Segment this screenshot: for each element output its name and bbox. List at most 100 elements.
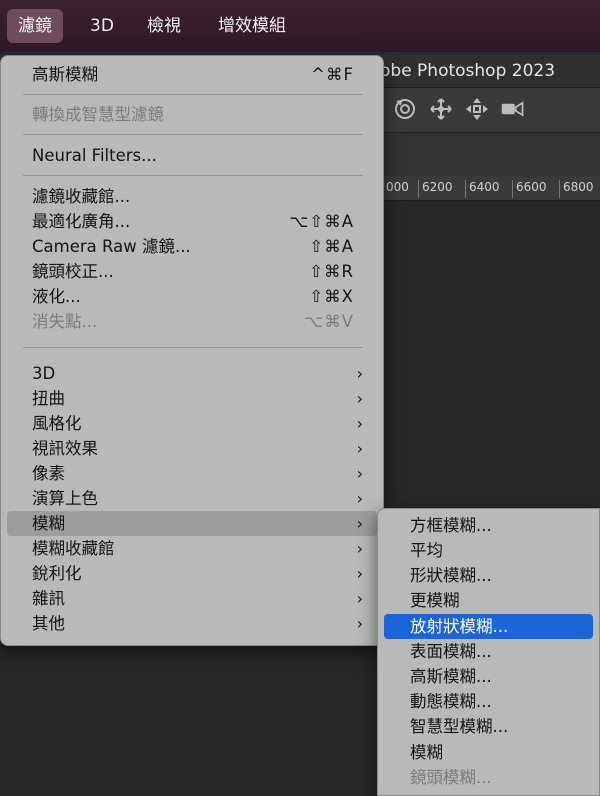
submenu-item-blur[interactable]: 模糊 <box>384 740 593 765</box>
menu-item-video[interactable]: 視訊效果 › <box>7 436 377 461</box>
menu-item-label: 演算上色 <box>32 489 98 508</box>
menu-item-label: 扭曲 <box>32 389 65 408</box>
submenu-item-smart-blur[interactable]: 智慧型模糊... <box>384 714 593 739</box>
menu-item-camera-raw[interactable]: Camera Raw 濾鏡... ⇧⌘A <box>7 234 377 259</box>
menu-view[interactable]: 檢視 <box>136 9 192 43</box>
submenu-item-gaussian-blur[interactable]: 高斯模糊... <box>384 664 593 689</box>
menu-item-render[interactable]: 演算上色 › <box>7 486 377 511</box>
menu-item-label: 液化... <box>32 287 81 306</box>
menu-item-stylize[interactable]: 風格化 › <box>7 411 377 436</box>
menu-item-label: 雜訊 <box>32 589 65 608</box>
menu-item-filter-gallery[interactable]: 濾鏡收藏館... <box>7 184 377 209</box>
menu-item-label: 模糊 <box>32 514 65 533</box>
submenu-item-label: 鏡頭模糊... <box>410 768 492 787</box>
submenu-item-label: 智慧型模糊... <box>410 717 509 736</box>
chevron-right-icon: › <box>356 414 363 433</box>
submenu-item-surface-blur[interactable]: 表面模糊... <box>384 639 593 664</box>
chevron-right-icon: › <box>356 464 363 483</box>
chevron-right-icon: › <box>356 589 363 608</box>
submenu-item-motion-blur[interactable]: 動態模糊... <box>384 689 593 714</box>
filter-menu: 高斯模糊 ^⌘F 轉換成智慧型濾鏡 Neural Filters... 濾鏡收藏… <box>0 55 384 646</box>
menu-item-label: 銳利化 <box>32 564 82 583</box>
submenu-item-label: 動態模糊... <box>410 692 492 711</box>
pan-icon[interactable] <box>428 96 454 122</box>
submenu-item-label: 模糊 <box>410 743 443 762</box>
chevron-right-icon: › <box>356 389 363 408</box>
menu-item-label: 視訊效果 <box>32 439 98 458</box>
menu-item-convert-smart-filter[interactable]: 轉換成智慧型濾鏡 <box>7 102 377 127</box>
submenu-item-box-blur[interactable]: 方框模糊... <box>384 513 593 538</box>
submenu-item-average[interactable]: 平均 <box>384 538 593 563</box>
rotate-view-icon[interactable] <box>392 96 418 122</box>
menu-bar: 濾鏡 3D 檢視 增效模組 <box>0 0 600 52</box>
menu-item-other[interactable]: 其他 › <box>7 611 377 636</box>
menu-plugins[interactable]: 增效模組 <box>207 9 297 43</box>
submenu-item-label: 更模糊 <box>410 591 460 610</box>
chevron-right-icon: › <box>356 489 363 508</box>
menu-item-blur[interactable]: 模糊 › <box>7 511 377 536</box>
chevron-right-icon: › <box>356 564 363 583</box>
menu-item-distort[interactable]: 扭曲 › <box>7 386 377 411</box>
ruler-tick: 6800 <box>559 180 594 198</box>
menu-item-label: 其他 <box>32 614 65 633</box>
menu-item-label: 3D <box>32 364 56 383</box>
menu-item-blur-gallery[interactable]: 模糊收藏館 › <box>7 536 377 561</box>
menu-item-shortcut: ⌥⇧⌘A <box>289 212 354 231</box>
app-title: obe Photoshop 2023 <box>380 61 556 81</box>
move-3d-icon[interactable] <box>464 96 490 122</box>
menu-item-shortcut: ⌥⌘V <box>304 312 354 331</box>
submenu-item-label: 平均 <box>410 541 443 560</box>
menu-item-pixelate[interactable]: 像素 › <box>7 461 377 486</box>
menu-item-3d[interactable]: 3D › <box>7 361 377 386</box>
menu-item-label: 風格化 <box>32 414 82 433</box>
menu-separator <box>23 175 363 176</box>
menu-3d[interactable]: 3D <box>79 9 125 43</box>
menu-separator <box>23 94 363 95</box>
menu-item-adaptive-wide-angle[interactable]: 最適化廣角... ⌥⇧⌘A <box>7 209 377 234</box>
menu-separator <box>23 347 363 348</box>
chevron-right-icon: › <box>356 614 363 633</box>
submenu-item-label: 表面模糊... <box>410 642 492 661</box>
chevron-right-icon: › <box>356 539 363 558</box>
menu-item-label: Neural Filters... <box>32 146 157 165</box>
menu-item-label: 像素 <box>32 464 65 483</box>
submenu-item-label: 高斯模糊... <box>410 667 492 686</box>
menu-item-label: Camera Raw 濾鏡... <box>32 237 191 256</box>
menu-item-neural-filters[interactable]: Neural Filters... <box>7 143 377 168</box>
menu-separator <box>23 134 363 135</box>
menu-item-shortcut: ⇧⌘A <box>309 237 354 256</box>
submenu-item-label: 形狀模糊... <box>410 566 492 585</box>
submenu-item-label: 放射狀模糊... <box>410 617 509 636</box>
menu-item-lens-correction[interactable]: 鏡頭校正... ⇧⌘R <box>7 259 377 284</box>
submenu-item-blur-more[interactable]: 更模糊 <box>384 588 593 613</box>
submenu-item-label: 方框模糊... <box>410 516 492 535</box>
menu-item-shortcut: ⇧⌘X <box>309 287 354 306</box>
ruler-tick: 6200 <box>418 180 453 198</box>
video-camera-icon[interactable] <box>500 96 526 122</box>
ruler-tick: 000 <box>382 180 409 198</box>
submenu-item-radial-blur[interactable]: 放射狀模糊... <box>384 614 593 639</box>
menu-item-sharpen[interactable]: 銳利化 › <box>7 561 377 586</box>
menu-item-label: 高斯模糊 <box>32 65 98 84</box>
menu-item-label: 模糊收藏館 <box>32 539 115 558</box>
menu-item-shortcut: ⇧⌘R <box>309 262 354 281</box>
menu-filter[interactable]: 濾鏡 <box>7 9 63 43</box>
chevron-right-icon: › <box>356 439 363 458</box>
menu-item-shortcut: ^⌘F <box>311 65 354 84</box>
menu-item-last-filter[interactable]: 高斯模糊 ^⌘F <box>7 62 377 87</box>
blur-submenu: 方框模糊... 平均 形狀模糊... 更模糊 放射狀模糊... 表面模糊... … <box>377 508 600 796</box>
submenu-item-shape-blur[interactable]: 形狀模糊... <box>384 563 593 588</box>
menu-item-liquify[interactable]: 液化... ⇧⌘X <box>7 284 377 309</box>
menu-item-label: 轉換成智慧型濾鏡 <box>32 105 164 124</box>
submenu-item-lens-blur[interactable]: 鏡頭模糊... <box>384 765 593 790</box>
chevron-right-icon: › <box>356 514 363 533</box>
menu-item-vanishing-point[interactable]: 消失點... ⌥⌘V <box>7 309 377 334</box>
ruler-tick: 6600 <box>512 180 547 198</box>
menu-item-label: 消失點... <box>32 312 98 331</box>
chevron-right-icon: › <box>356 364 363 383</box>
menu-item-label: 濾鏡收藏館... <box>32 187 131 206</box>
ruler-tick: 6400 <box>465 180 500 198</box>
menu-item-label: 鏡頭校正... <box>32 262 114 281</box>
menu-item-label: 最適化廣角... <box>32 212 131 231</box>
menu-item-noise[interactable]: 雜訊 › <box>7 586 377 611</box>
